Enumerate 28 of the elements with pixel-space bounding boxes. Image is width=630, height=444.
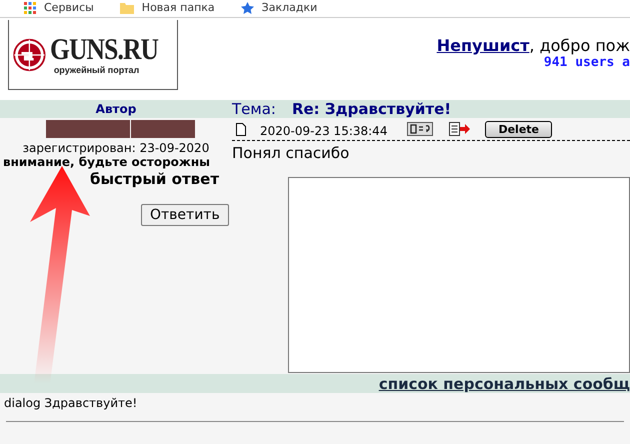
apps-grid-icon — [24, 2, 36, 14]
registration-date: зарегистрирован: 23-09-2020 — [22, 141, 210, 155]
document-icon[interactable] — [236, 122, 246, 136]
star-icon — [240, 2, 254, 14]
folder-icon — [120, 2, 134, 14]
warning-text: внимание, будьте осторожны — [2, 155, 210, 169]
topic-title: Re: Здравствуйте! — [292, 100, 452, 118]
logo-title: GUNS.RU — [50, 34, 158, 64]
forward-document-icon[interactable] — [449, 122, 472, 136]
bookmark[interactable]: Новая папка — [120, 1, 215, 15]
greeting-text: Непушист, добро пож — [436, 36, 630, 55]
dialog-item[interactable]: dialog Здравствуйте! — [0, 393, 630, 413]
username-link[interactable]: Непушист — [436, 36, 530, 55]
reply-quote-icon[interactable] — [407, 122, 434, 136]
message-timestamp: 2020-09-23 15:38:44 — [260, 124, 388, 138]
redacted-block — [130, 120, 194, 138]
messages-list-link[interactable]: список персональных сообщ — [378, 374, 630, 392]
site-logo[interactable]: GUNS.RU оружейный портал — [8, 20, 178, 90]
topic-label: Тема: — [232, 100, 276, 118]
message-body: Понял спасибо — [232, 144, 350, 162]
quick-reply-title: быстрый ответ — [90, 170, 220, 188]
online-users-text: 941 users a — [544, 55, 630, 70]
logo-subtitle: оружейный портал — [52, 64, 140, 74]
bookmark[interactable]: Закладки — [240, 1, 318, 15]
reply-button[interactable]: Ответить — [141, 204, 229, 226]
delete-button[interactable]: Delete — [485, 120, 552, 138]
bookmark[interactable]: Сервисы — [24, 1, 94, 15]
author-heading: Автор — [94, 102, 138, 116]
